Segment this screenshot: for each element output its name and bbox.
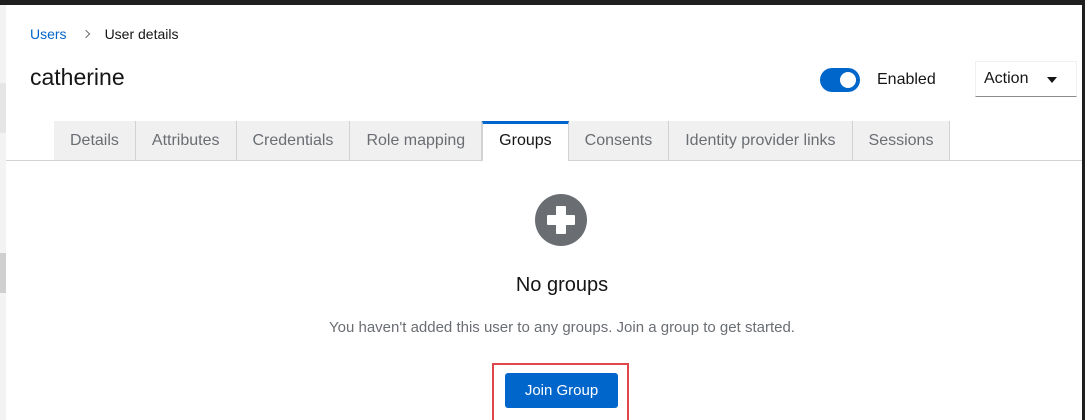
tab-details[interactable]: Details <box>54 121 136 160</box>
page-title: catherine <box>30 64 125 90</box>
tab-sessions[interactable]: Sessions <box>852 121 951 160</box>
tab-identity-provider-links[interactable]: Identity provider links <box>669 121 853 160</box>
empty-state-title: No groups <box>515 274 609 296</box>
tab-groups[interactable]: Groups <box>482 121 569 161</box>
toggle-knob <box>840 72 856 88</box>
breadcrumb-current: User details <box>104 26 179 42</box>
caret-down-icon <box>1047 77 1057 83</box>
tab-role-mapping[interactable]: Role mapping <box>350 121 483 160</box>
empty-state-body: You haven't added this user to any group… <box>329 319 795 336</box>
window-top-edge <box>0 0 1085 5</box>
window-left-edge <box>0 5 6 420</box>
chevron-right-icon <box>81 29 90 39</box>
left-edge-mark <box>0 83 6 133</box>
action-dropdown-label: Action <box>984 70 1029 87</box>
tab-attributes[interactable]: Attributes <box>135 121 237 160</box>
breadcrumb-users-link[interactable]: Users <box>30 26 67 42</box>
join-group-button[interactable]: Join Group <box>505 373 618 408</box>
enabled-toggle[interactable] <box>820 68 860 92</box>
action-dropdown[interactable]: Action <box>975 61 1077 97</box>
tab-bar: Details Attributes Credentials Role mapp… <box>54 121 951 161</box>
enabled-label: Enabled <box>877 71 936 88</box>
plus-circle-icon <box>535 194 587 246</box>
tab-consents[interactable]: Consents <box>568 121 670 160</box>
tab-credentials[interactable]: Credentials <box>236 121 351 160</box>
breadcrumb: Users User details <box>30 25 178 43</box>
